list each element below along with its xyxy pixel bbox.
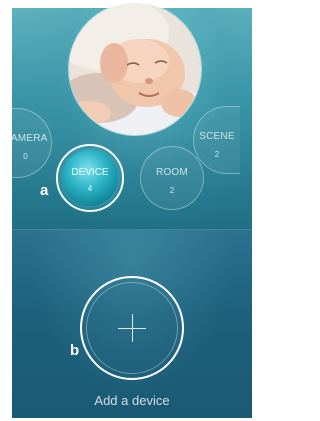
add-device-label[interactable]: Add a device [0,393,264,408]
callout-label-a: a [40,182,49,199]
device-count: 4 [87,184,93,193]
scene-label: SCENE [199,131,235,142]
camera-count: 0 [23,152,28,161]
room-count: 2 [169,186,175,195]
room-label: ROOM [156,167,188,178]
nav-device-button[interactable]: DEVICE 4 [62,150,118,206]
callout-label-b: b [70,342,80,359]
nav-room-button[interactable]: ROOM 2 [140,146,204,210]
add-device-button[interactable] [86,282,178,374]
scene-count: 2 [214,150,220,159]
baby-monitor-photo [68,2,202,136]
device-label: DEVICE [71,167,109,178]
camera-label: CAMERA [3,133,48,144]
baby-photo-illustration [69,3,201,135]
